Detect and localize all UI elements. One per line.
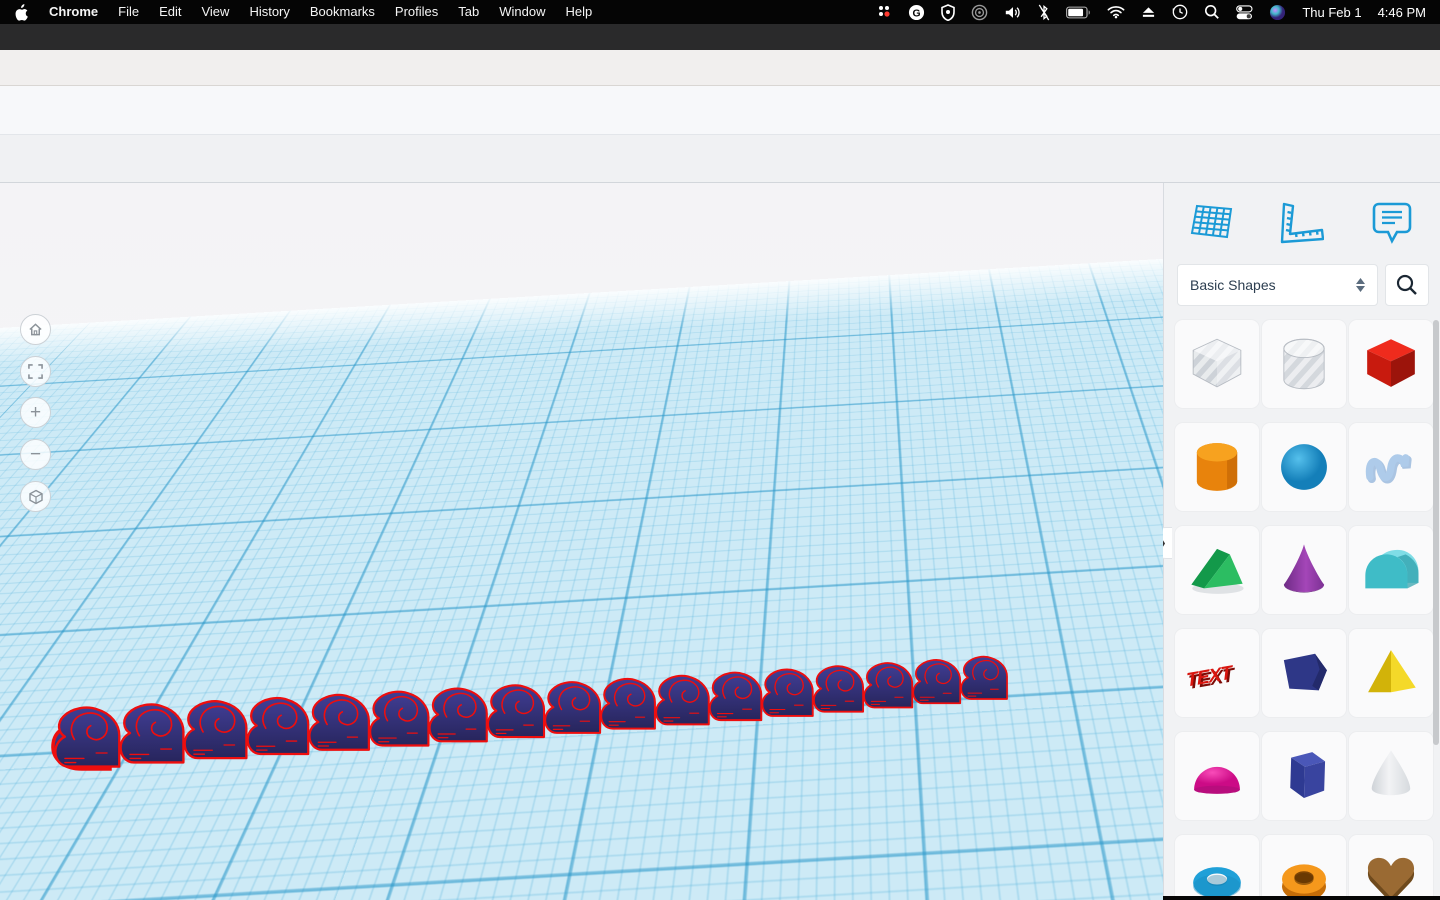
menu-item-tab[interactable]: Tab [448, 0, 489, 24]
worm-segment[interactable] [370, 692, 428, 746]
menu-item-edit[interactable]: Edit [149, 0, 191, 24]
airplay-audio-icon[interactable] [971, 4, 988, 21]
shape-polygon[interactable] [1262, 629, 1346, 717]
screen-bottom-strip [0, 896, 1440, 900]
menu-item-window[interactable]: Window [489, 0, 555, 24]
shape-paraboloid[interactable] [1349, 732, 1433, 820]
notes-tool-button[interactable] [1364, 195, 1420, 251]
select-arrows-icon [1356, 278, 1365, 292]
window-title-bar [0, 24, 1440, 50]
app-status-icon[interactable] [876, 4, 892, 20]
shape-tube[interactable] [1262, 835, 1346, 900]
worm-segment[interactable] [601, 679, 655, 729]
zoom-out-button[interactable]: − [20, 439, 51, 470]
browser-toolbar: tinkercad.com/things/esJzeAI2qvr-powerfu… [0, 50, 1440, 86]
menu-item-chrome[interactable]: Chrome [39, 0, 108, 24]
spotlight-icon[interactable] [1204, 4, 1220, 20]
worm-segment[interactable] [961, 657, 1007, 699]
shape-cone[interactable] [1262, 526, 1346, 614]
panel-scrollbar[interactable] [1433, 320, 1439, 745]
perspective-toggle-button[interactable] [20, 481, 51, 512]
worm-segment[interactable] [913, 660, 960, 703]
wifi-icon[interactable] [1107, 5, 1125, 19]
shape-cylinder[interactable] [1175, 423, 1259, 511]
menu-date[interactable]: Thu Feb 1 [1302, 5, 1361, 20]
menu-items: ChromeFileEditViewHistoryBookmarksProfil… [39, 0, 602, 24]
worm-segment[interactable] [710, 673, 762, 721]
search-icon [1396, 274, 1418, 296]
viewport-3d[interactable]: TOP LEFT + − Settings Snap Grid 0.1 mm ▲ [0, 183, 1163, 900]
apple-icon [14, 4, 29, 21]
shape-hexagonal-prism[interactable] [1262, 732, 1346, 820]
view-cube-left-label[interactable]: LEFT [51, 438, 79, 452]
shape-box[interactable] [1349, 320, 1433, 408]
grammarly-icon[interactable]: G [908, 4, 925, 21]
siri-icon[interactable] [1269, 4, 1286, 21]
edit-toolbar: Import Export Send To [0, 135, 1440, 183]
worm-segment[interactable] [121, 704, 184, 762]
worm-segment[interactable] [55, 708, 119, 767]
worm-segment[interactable] [864, 663, 912, 707]
volume-icon[interactable] [1004, 5, 1022, 20]
home-view-button[interactable] [20, 314, 51, 345]
menu-item-bookmarks[interactable]: Bookmarks [300, 0, 385, 24]
worm-segment[interactable] [430, 689, 487, 742]
zoom-in-button[interactable]: + [20, 397, 51, 428]
fit-view-button[interactable] [20, 356, 51, 387]
worm-segment[interactable] [814, 666, 863, 711]
menu-time[interactable]: 4:46 PM [1378, 5, 1426, 20]
workplane-grid[interactable] [0, 183, 1163, 370]
shape-text[interactable]: TEXTTEXT [1175, 629, 1259, 717]
shapes-panel: Basic Shapes TEXTTEXT [1163, 183, 1440, 900]
worm-segment[interactable] [545, 682, 600, 733]
shape-scribble[interactable] [1349, 423, 1433, 511]
shape-round-roof[interactable] [1349, 526, 1433, 614]
shape-category-select[interactable]: Basic Shapes [1177, 264, 1378, 306]
worm-segment[interactable] [185, 701, 247, 758]
menu-item-view[interactable]: View [191, 0, 239, 24]
app-header: TINKERCAD worm33 [0, 86, 1440, 135]
search-shapes-button[interactable] [1385, 264, 1429, 306]
macos-menu-bar: ChromeFileEditViewHistoryBookmarksProfil… [0, 0, 1440, 24]
shape-cylinder-transparent[interactable] [1262, 320, 1346, 408]
shape-torus[interactable] [1175, 835, 1259, 900]
time-machine-icon[interactable] [1172, 4, 1188, 20]
shape-sphere[interactable] [1262, 423, 1346, 511]
menu-item-profiles[interactable]: Profiles [385, 0, 448, 24]
svg-text:G: G [913, 8, 921, 19]
control-center-icon[interactable] [1236, 5, 1253, 20]
shape-heart[interactable] [1349, 835, 1433, 900]
apple-menu[interactable] [14, 4, 29, 21]
eject-icon[interactable] [1141, 5, 1156, 19]
menu-item-history[interactable]: History [239, 0, 299, 24]
shape-box-transparent[interactable] [1175, 320, 1259, 408]
shield-icon[interactable] [941, 4, 955, 21]
worm-segment[interactable] [762, 669, 812, 716]
worm-object-selected[interactable] [48, 635, 1048, 785]
shape-half-sphere[interactable] [1175, 732, 1259, 820]
shape-pyramid[interactable] [1349, 629, 1433, 717]
ruler-tool-button[interactable] [1274, 195, 1330, 251]
shape-category-value: Basic Shapes [1190, 277, 1276, 293]
worm-segment[interactable] [488, 685, 544, 737]
menu-item-file[interactable]: File [108, 0, 149, 24]
worm-segment[interactable] [656, 676, 709, 725]
bluetooth-off-icon[interactable] [1038, 4, 1050, 21]
battery-icon [1066, 6, 1091, 19]
workplane-tool-button[interactable] [1184, 195, 1240, 251]
worm-segment[interactable] [309, 695, 368, 750]
menu-status-area: G Thu Feb 1 4:46 PM [876, 4, 1440, 21]
shape-roof[interactable] [1175, 526, 1259, 614]
menu-item-help[interactable]: Help [556, 0, 603, 24]
worm-segment[interactable] [248, 698, 309, 754]
